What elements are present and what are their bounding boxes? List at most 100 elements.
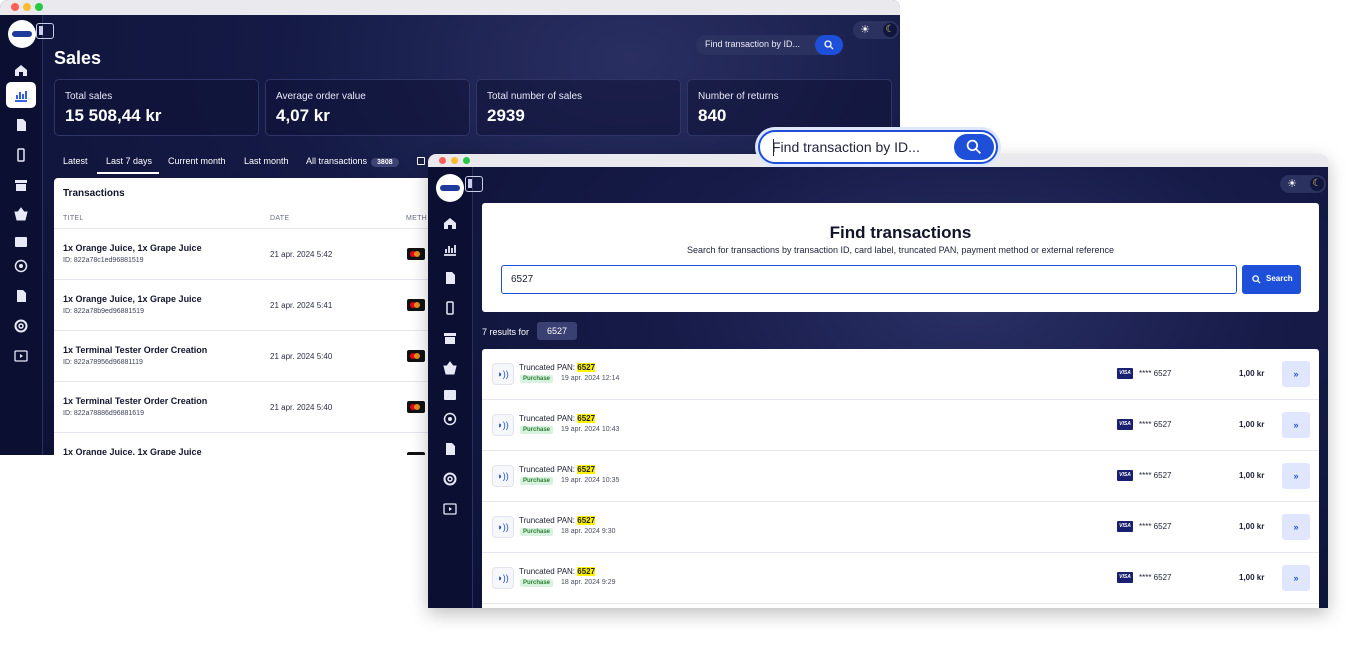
theme-toggle[interactable]: ☀ ☾: [1280, 175, 1326, 193]
chevron-double-right-icon[interactable]: »: [1282, 412, 1310, 438]
row-title: 1x Orange Juice, 1x Grape Juice: [63, 447, 202, 455]
table-row[interactable]: 1x Terminal Tester Order Creation ID: 82…: [54, 381, 434, 432]
stat-label: Total number of sales: [487, 91, 583, 102]
table-row[interactable]: 1x Terminal Tester Order Creation ID: 82…: [54, 330, 434, 381]
maximize-window-button[interactable]: [35, 3, 43, 11]
document-icon[interactable]: [14, 118, 28, 132]
terminal-icon[interactable]: [443, 301, 457, 315]
find-heading: Find transactions: [829, 223, 972, 242]
sidebar: [0, 15, 43, 455]
contactless-icon: ◗)): [492, 567, 514, 589]
result-amount: 1,00 kr: [1239, 471, 1265, 480]
search-placeholder: Find transaction by ID...: [705, 39, 801, 49]
sun-icon: ☀: [1287, 178, 1297, 190]
search-input-zoomed[interactable]: Find transaction by ID...: [758, 130, 998, 164]
stat-value: 840: [698, 106, 727, 125]
list-item[interactable]: ◗)) Truncated PAN: 6527 Purchase 18 apr.…: [482, 502, 1319, 553]
result-title: Truncated PAN: 6527: [519, 363, 596, 372]
panel-toggle-icon[interactable]: [465, 176, 483, 192]
column-header-method: METH: [406, 215, 428, 222]
video-icon[interactable]: [14, 349, 28, 363]
store-icon[interactable]: [14, 178, 28, 192]
close-window-button[interactable]: [439, 157, 446, 164]
mastercard-icon: [407, 299, 425, 311]
coin-icon[interactable]: [14, 259, 28, 273]
chevron-double-right-icon[interactable]: »: [1282, 514, 1310, 540]
close-window-button[interactable]: [11, 3, 19, 11]
results-list: ◗)) Truncated PAN: 6527 Purchase 19 apr.…: [482, 349, 1319, 608]
find-transactions-card: Find transactions Search for transaction…: [482, 203, 1319, 312]
invoice-icon[interactable]: [443, 442, 457, 456]
sidebar-item-sales[interactable]: [6, 82, 36, 108]
document-icon[interactable]: [443, 271, 457, 285]
result-date: 18 apr. 2024 9:30: [561, 528, 616, 535]
chevron-double-right-icon[interactable]: »: [1282, 463, 1310, 489]
panel-toggle-icon[interactable]: [36, 23, 54, 39]
row-id: ID: 822a78b9ed96881519: [63, 308, 144, 315]
table-row[interactable]: 1x Orange Juice, 1x Grape Juice ID: 822a…: [54, 279, 434, 330]
basket-icon[interactable]: [443, 361, 457, 375]
search-icon: [824, 40, 834, 50]
contactless-icon: ◗)): [492, 363, 514, 385]
terminal-icon[interactable]: [14, 148, 28, 162]
list-item[interactable]: ◗)) Truncated PAN: 6527 Purchase 19 apr.…: [482, 349, 1319, 400]
support-icon[interactable]: [443, 472, 457, 486]
maximize-window-button[interactable]: [463, 157, 470, 164]
minimize-window-button[interactable]: [23, 3, 31, 11]
stat-label: Average order value: [276, 91, 366, 102]
store-icon[interactable]: [443, 331, 457, 345]
result-amount: 1,00 kr: [1239, 522, 1265, 531]
minimize-window-button[interactable]: [451, 157, 458, 164]
search-button[interactable]: [954, 134, 994, 160]
search-placeholder: Find transaction by ID...: [772, 139, 920, 155]
tab-latest[interactable]: Latest: [63, 156, 88, 166]
basket-icon[interactable]: [14, 207, 28, 221]
support-icon[interactable]: [14, 319, 28, 333]
result-label: Truncated PAN:: [519, 414, 578, 423]
row-date: 21 apr. 2024 5:41: [270, 301, 333, 310]
wallet-icon[interactable]: [443, 387, 457, 401]
result-match-highlight: 6527: [577, 516, 596, 525]
visa-icon: VISA: [1117, 521, 1133, 532]
tab-last-7-days[interactable]: Last 7 days: [106, 156, 152, 166]
row-id: ID: 822a78956d96881119: [63, 359, 143, 366]
chart-icon[interactable]: [443, 242, 457, 256]
tab-label: All transactions: [306, 156, 368, 166]
home-icon[interactable]: [443, 216, 457, 230]
tab-all-transactions[interactable]: All transactions 3808: [306, 156, 399, 167]
chevron-double-right-icon[interactable]: »: [1282, 565, 1310, 591]
transactions-title: Transactions: [63, 188, 125, 199]
tab-current-month[interactable]: Current month: [168, 156, 226, 166]
video-icon[interactable]: [443, 502, 457, 516]
search-input[interactable]: Find transaction by ID...: [696, 35, 843, 55]
filter-icon[interactable]: [417, 157, 425, 165]
wallet-icon[interactable]: [14, 234, 28, 248]
result-date: 18 apr. 2024 9:29: [561, 579, 616, 586]
invoice-icon[interactable]: [14, 289, 28, 303]
moon-icon: ☾: [883, 23, 897, 37]
table-row[interactable]: 1x Orange Juice, 1x Grape Juice: [54, 432, 434, 455]
search-button[interactable]: [815, 35, 843, 55]
result-amount: 1,00 kr: [1239, 369, 1265, 378]
list-item[interactable]: ◗)) Truncated PAN: 6527 Purchase 19 apr.…: [482, 400, 1319, 451]
row-date: 21 apr. 2024 5:42: [270, 250, 333, 259]
table-row[interactable]: 1x Orange Juice, 1x Grape Juice ID: 822a…: [54, 228, 434, 279]
search-query: 6527: [511, 274, 534, 285]
find-transactions-window: ☀ ☾ Find transactions Search for transac…: [428, 154, 1328, 608]
chevron-double-right-icon[interactable]: »: [1282, 361, 1310, 387]
row-title: 1x Terminal Tester Order Creation: [63, 345, 208, 355]
theme-toggle[interactable]: ☀ ☾: [853, 21, 899, 39]
tab-last-month[interactable]: Last month: [244, 156, 289, 166]
app-logo[interactable]: [8, 20, 36, 48]
transaction-search-input[interactable]: 6527: [501, 265, 1237, 294]
coin-icon[interactable]: [443, 412, 457, 426]
list-item[interactable]: ◗)) Truncated PAN: 6527 Purchase 19 apr.…: [482, 451, 1319, 502]
search-button[interactable]: Search: [1242, 265, 1301, 294]
mastercard-icon: [407, 401, 425, 413]
home-icon[interactable]: [14, 63, 28, 77]
row-id: ID: 822a78886d96881619: [63, 410, 144, 417]
app-logo[interactable]: [436, 174, 464, 202]
result-match-highlight: 6527: [577, 414, 596, 423]
list-item[interactable]: ◗)) Truncated PAN: 6527 Purchase 18 apr.…: [482, 553, 1319, 604]
result-label: Truncated PAN:: [519, 465, 578, 474]
